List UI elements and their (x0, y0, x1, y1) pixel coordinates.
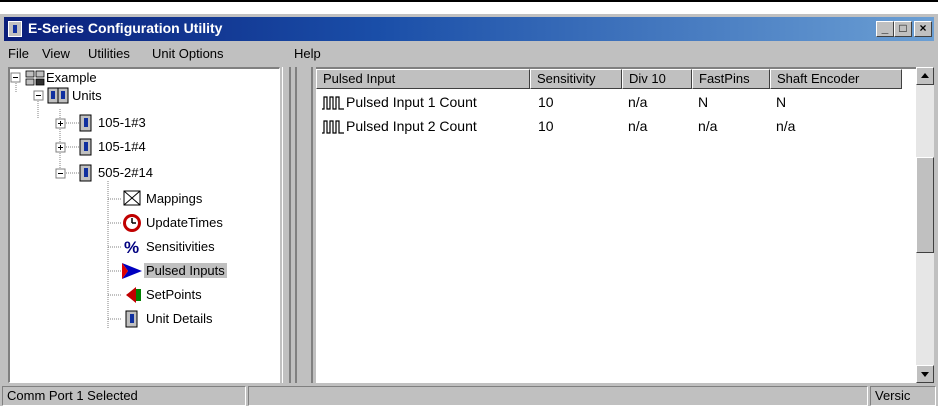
table-cell: n/a (776, 118, 796, 134)
clock-icon (123, 214, 141, 232)
table-cell[interactable]: Pulsed Input 1 Count (346, 94, 477, 110)
pulse-wave-icon (322, 96, 344, 110)
expander-unit-3[interactable] (55, 168, 66, 179)
minimize-button[interactable]: _ (876, 21, 894, 37)
app-icon[interactable] (8, 21, 22, 37)
menu-file[interactable]: File (8, 46, 29, 61)
tree-item-mappings[interactable]: Mappings (146, 191, 202, 206)
unit-icon (79, 164, 92, 182)
table-cell: n/a (628, 94, 648, 110)
arrow-up-icon (921, 73, 929, 78)
table-cell: N (776, 94, 787, 110)
status-panel-empty (248, 386, 868, 406)
column-header-shaft-encoder[interactable]: Shaft Encoder (770, 69, 902, 89)
splitter-line (295, 67, 297, 383)
splitter-line (289, 67, 291, 383)
network-icon (25, 70, 45, 86)
title-bar[interactable]: E-Series Configuration Utility _ □ × (4, 17, 934, 41)
tree-item-sensitivities[interactable]: Sensitivities (146, 239, 215, 254)
tree-node-unit-1[interactable]: 105-1#3 (98, 115, 146, 130)
tree-item-pulsed-inputs[interactable]: Pulsed Inputs (144, 263, 227, 278)
scroll-up-button[interactable] (916, 67, 934, 85)
vertical-scrollbar[interactable] (916, 67, 934, 383)
tree-view[interactable]: % Example Units 105-1#3 105-1#4 505-2#14… (8, 67, 280, 383)
table-cell: 10 (538, 118, 554, 134)
setpoint-icon (126, 287, 141, 303)
tree-node-units[interactable]: Units (72, 88, 102, 103)
unit-icon (125, 310, 138, 328)
maximize-button[interactable]: □ (894, 21, 912, 37)
unit-icon (79, 138, 92, 156)
expander-units[interactable] (33, 90, 44, 101)
menu-utilities[interactable]: Utilities (88, 46, 130, 61)
expander-unit-1[interactable] (55, 118, 66, 129)
top-border (0, 0, 938, 2)
svg-text:%: % (124, 238, 139, 257)
column-header-fastpins[interactable]: FastPins (692, 69, 770, 89)
tree-item-updatetimes[interactable]: UpdateTimes (146, 215, 223, 230)
table-cell: n/a (628, 118, 648, 134)
minimize-icon: _ (881, 21, 889, 35)
mappings-icon (123, 190, 141, 206)
status-bar: Comm Port 1 Selected Versic (0, 384, 938, 406)
tree-node-unit-2[interactable]: 105-1#4 (98, 139, 146, 154)
tree-root-example[interactable]: Example (46, 70, 97, 85)
scroll-down-button[interactable] (916, 365, 934, 383)
status-version: Versic (870, 386, 936, 406)
menu-bar: File View Utilities Unit Options Help (4, 43, 934, 65)
column-header-pulsed-input[interactable]: Pulsed Input (316, 69, 530, 89)
scroll-thumb[interactable] (916, 157, 934, 253)
list-view[interactable]: Pulsed Input Sensitivity Div 10 FastPins… (316, 67, 916, 383)
app-window: E-Series Configuration Utility _ □ × Fil… (0, 14, 938, 406)
close-button[interactable]: × (914, 21, 932, 37)
menu-help[interactable]: Help (294, 46, 321, 61)
unit-icon (47, 87, 69, 104)
expander-root[interactable] (10, 72, 21, 83)
arrow-icon (122, 263, 142, 279)
pulse-wave-icon (322, 120, 344, 134)
tree-item-unit-details[interactable]: Unit Details (146, 311, 212, 326)
table-cell: N (698, 94, 709, 110)
percent-icon: % (124, 238, 139, 257)
pane-splitter[interactable] (282, 67, 316, 383)
tree-node-unit-3[interactable]: 505-2#14 (98, 165, 153, 180)
menu-unit-options[interactable]: Unit Options (152, 46, 224, 61)
table-cell[interactable]: Pulsed Input 2 Count (346, 118, 477, 134)
splitter-line (311, 67, 313, 383)
tree-item-setpoints[interactable]: SetPoints (146, 287, 202, 302)
table-cell: n/a (698, 118, 718, 134)
unit-icon (79, 114, 92, 132)
status-comm-port: Comm Port 1 Selected (2, 386, 246, 406)
column-header-div10[interactable]: Div 10 (622, 69, 692, 89)
maximize-icon: □ (899, 21, 907, 35)
column-header-sensitivity[interactable]: Sensitivity (530, 69, 622, 89)
close-icon: × (919, 21, 927, 35)
menu-view[interactable]: View (42, 46, 70, 61)
window-title: E-Series Configuration Utility (28, 20, 223, 36)
table-cell: 10 (538, 94, 554, 110)
expander-unit-2[interactable] (55, 142, 66, 153)
arrow-down-icon (921, 372, 929, 377)
